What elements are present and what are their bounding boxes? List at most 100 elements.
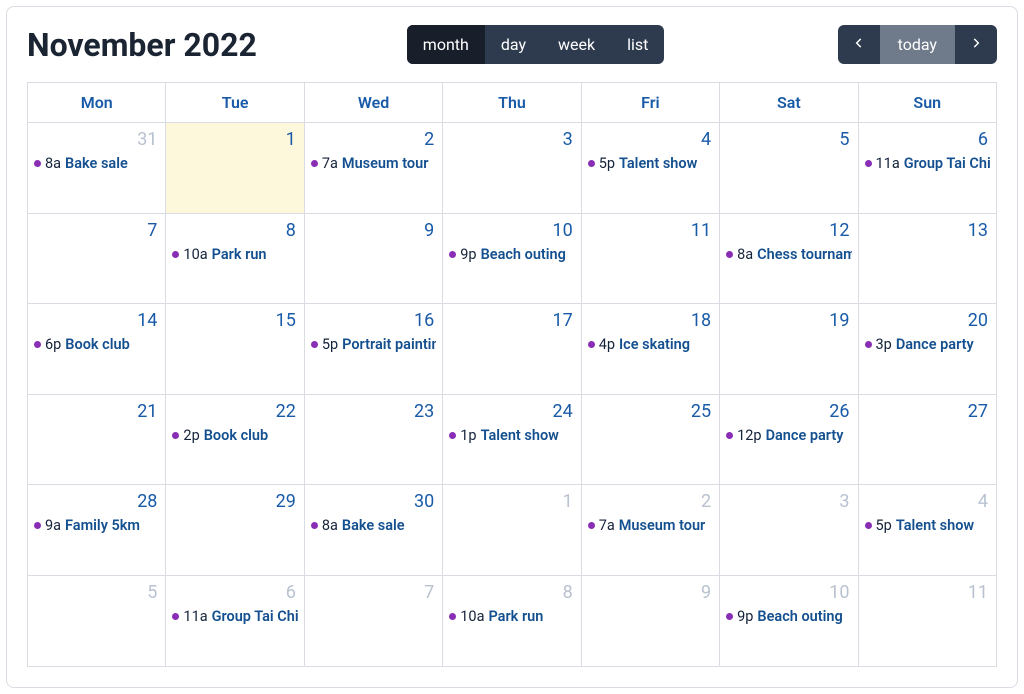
- event-time: 9p: [460, 246, 476, 263]
- day-cell[interactable]: 17: [443, 304, 581, 395]
- day-cell[interactable]: 318aBake sale: [28, 123, 166, 214]
- event-dot-icon: [588, 160, 595, 167]
- week-row: 7810aPark run9109pBeach outing11128aChes…: [28, 214, 996, 305]
- day-cell[interactable]: 5: [28, 576, 166, 667]
- week-row: 5 611aGroup Tai Chi 7 810aPark run 9 109pBeac…: [28, 576, 996, 667]
- calendar-event[interactable]: 9pBeach outing: [449, 245, 574, 264]
- chevron-right-icon: [969, 35, 983, 54]
- day-cell[interactable]: 45pTalent show: [859, 485, 996, 576]
- day-cell[interactable]: 27aMuseum tour: [305, 123, 443, 214]
- day-cell[interactable]: 611aGroup Tai Chi: [166, 576, 304, 667]
- calendar-event[interactable]: 7aMuseum tour: [588, 516, 713, 535]
- day-cell[interactable]: 611aGroup Tai Chi: [859, 123, 996, 214]
- day-cell[interactable]: 11: [582, 214, 720, 305]
- day-cell[interactable]: 289aFamily 5km: [28, 485, 166, 576]
- event-title: Dance party: [896, 336, 974, 353]
- day-cell[interactable]: 13: [859, 214, 996, 305]
- day-number: 9: [588, 580, 713, 607]
- calendar-event[interactable]: 5pTalent show: [588, 154, 713, 173]
- view-month-button[interactable]: month: [407, 25, 485, 64]
- calendar-event[interactable]: 9pBeach outing: [726, 607, 851, 626]
- event-dot-icon: [311, 522, 318, 529]
- calendar-event[interactable]: 12pDance party: [726, 426, 851, 445]
- calendar-event[interactable]: 9aFamily 5km: [34, 516, 159, 535]
- event-time: 8a: [737, 246, 753, 263]
- calendar-event[interactable]: 10aPark run: [172, 245, 297, 264]
- day-cell[interactable]: 9: [305, 214, 443, 305]
- day-cell[interactable]: 7: [28, 214, 166, 305]
- day-cell[interactable]: 23: [305, 395, 443, 486]
- day-number: 31: [34, 127, 159, 154]
- calendar-event[interactable]: 8aBake sale: [34, 154, 159, 173]
- event-dot-icon: [865, 522, 872, 529]
- day-cell[interactable]: 3: [443, 123, 581, 214]
- day-cell[interactable]: 222pBook club: [166, 395, 304, 486]
- day-cell[interactable]: 109pBeach outing: [443, 214, 581, 305]
- calendar-header: November 2022 month day week list today: [27, 25, 997, 64]
- day-cell[interactable]: 1: [443, 485, 581, 576]
- calendar-event[interactable]: 5pPortrait painting: [311, 335, 436, 354]
- day-cell[interactable]: 3: [720, 485, 858, 576]
- day-cell[interactable]: 29: [166, 485, 304, 576]
- today-button[interactable]: today: [880, 25, 955, 64]
- day-number: 5: [34, 580, 159, 607]
- day-number: 7: [311, 580, 436, 607]
- calendar-event[interactable]: 8aChess tournament: [726, 245, 851, 264]
- day-cell[interactable]: 308aBake sale: [305, 485, 443, 576]
- day-number: 1: [449, 489, 574, 516]
- day-cell[interactable]: 15: [166, 304, 304, 395]
- day-cell[interactable]: 2612pDance party: [720, 395, 858, 486]
- day-number: 2: [588, 489, 713, 516]
- day-cell[interactable]: 109pBeach outing: [720, 576, 858, 667]
- day-number: 2: [311, 127, 436, 154]
- day-cell[interactable]: 810aPark run: [443, 576, 581, 667]
- day-number: 18: [588, 308, 713, 335]
- event-title: Park run: [488, 608, 543, 625]
- calendar-event[interactable]: 2pBook club: [172, 426, 297, 445]
- event-time: 10a: [183, 246, 207, 263]
- day-number: 28: [34, 489, 159, 516]
- calendar-event[interactable]: 11aGroup Tai Chi: [172, 607, 297, 626]
- view-list-button[interactable]: list: [611, 25, 664, 64]
- day-cell[interactable]: 27aMuseum tour: [582, 485, 720, 576]
- calendar-event[interactable]: 11aGroup Tai Chi: [865, 154, 990, 173]
- event-title: Beach outing: [757, 608, 842, 625]
- event-time: 9p: [737, 608, 753, 625]
- prev-button[interactable]: [838, 25, 880, 64]
- day-cell[interactable]: 7: [305, 576, 443, 667]
- view-day-button[interactable]: day: [485, 25, 542, 64]
- calendar-event[interactable]: 4pIce skating: [588, 335, 713, 354]
- day-cell[interactable]: 9: [582, 576, 720, 667]
- day-cell[interactable]: 21: [28, 395, 166, 486]
- day-cell[interactable]: 128aChess tournament: [720, 214, 858, 305]
- day-cell[interactable]: 11: [859, 576, 996, 667]
- day-cell[interactable]: 25: [582, 395, 720, 486]
- day-number: 8: [172, 218, 297, 245]
- calendar-event[interactable]: 7aMuseum tour: [311, 154, 436, 173]
- day-cell[interactable]: 241pTalent show: [443, 395, 581, 486]
- event-time: 7a: [599, 517, 615, 534]
- next-button[interactable]: [955, 25, 997, 64]
- view-week-button[interactable]: week: [542, 25, 611, 64]
- day-cell[interactable]: 45pTalent show: [582, 123, 720, 214]
- day-cell[interactable]: 203pDance party: [859, 304, 996, 395]
- day-cell[interactable]: 19: [720, 304, 858, 395]
- event-dot-icon: [588, 341, 595, 348]
- event-title: Dance party: [766, 427, 844, 444]
- calendar-event[interactable]: 1pTalent show: [449, 426, 574, 445]
- calendar-event[interactable]: 10aPark run: [449, 607, 574, 626]
- event-time: 9a: [45, 517, 61, 534]
- day-cell[interactable]: 27: [859, 395, 996, 486]
- event-time: 3p: [876, 336, 892, 353]
- calendar-event[interactable]: 3pDance party: [865, 335, 990, 354]
- calendar-event[interactable]: 8aBake sale: [311, 516, 436, 535]
- calendar-event[interactable]: 6pBook club: [34, 335, 159, 354]
- calendar-event[interactable]: 5pTalent show: [865, 516, 990, 535]
- day-cell[interactable]: 165pPortrait painting: [305, 304, 443, 395]
- day-cell[interactable]: 5: [720, 123, 858, 214]
- day-cell[interactable]: 146pBook club: [28, 304, 166, 395]
- day-cell[interactable]: 810aPark run: [166, 214, 304, 305]
- day-header: Tue: [166, 83, 304, 123]
- day-cell[interactable]: 1: [166, 123, 304, 214]
- day-cell[interactable]: 184pIce skating: [582, 304, 720, 395]
